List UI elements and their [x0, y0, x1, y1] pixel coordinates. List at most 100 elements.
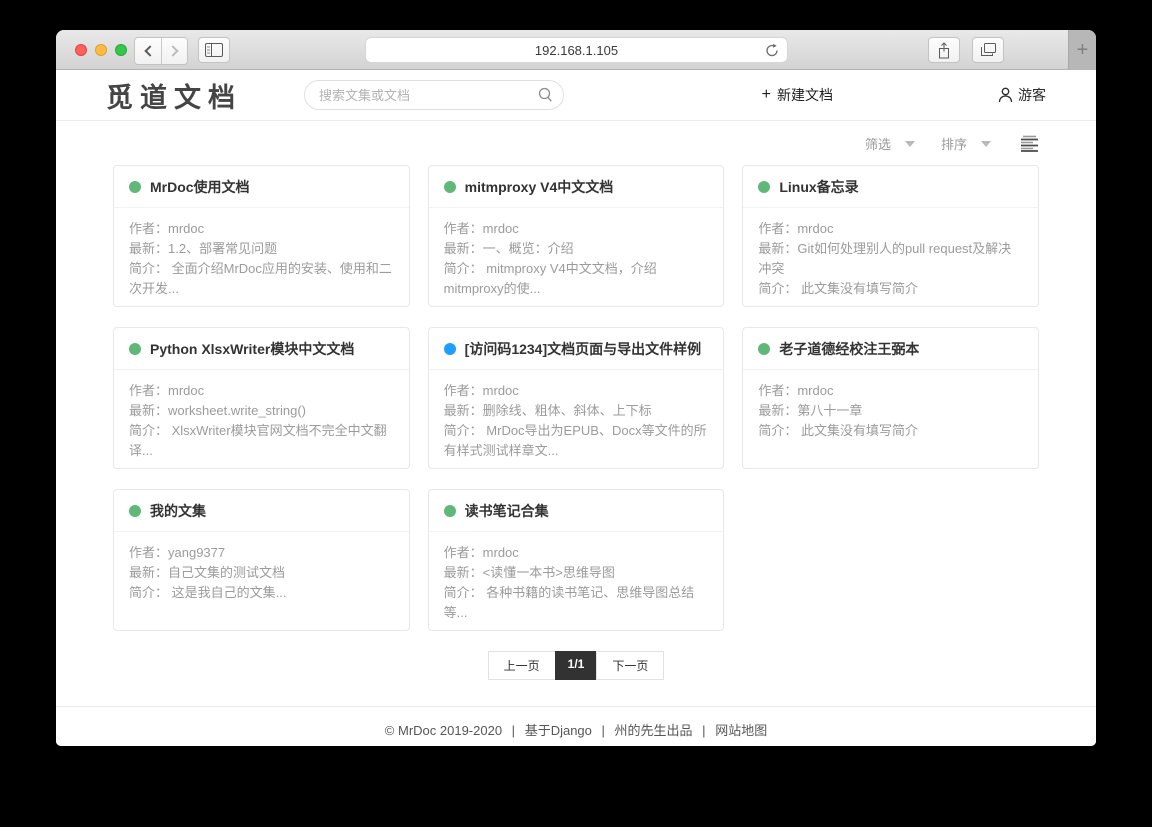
author-row: 作者：mrdoc: [444, 219, 709, 239]
next-page-button[interactable]: 下一页: [596, 651, 664, 680]
forward-button[interactable]: [161, 38, 187, 64]
nav-button-group: [134, 37, 188, 65]
footer-link-author[interactable]: 州的先生出品: [615, 723, 693, 738]
latest-row: 最新：worksheet.write_string(): [129, 401, 394, 421]
chevron-right-icon: [167, 45, 178, 56]
card-body: 作者：mrdoc 最新：1.2、部署常见问题 简介： 全面介绍MrDoc应用的安…: [114, 208, 409, 307]
public-status-dot-icon: [758, 181, 770, 193]
card-header: mitmproxy V4中文文档: [429, 166, 724, 208]
new-tab-button[interactable]: +: [1068, 30, 1096, 70]
sidebar-toggle-button[interactable]: [198, 37, 230, 63]
latest-row: 最新：自己文集的测试文档: [129, 563, 394, 583]
collection-card[interactable]: 读书笔记合集 作者：mrdoc 最新：<读懂一本书>思维导图 简介： 各种书籍的…: [428, 489, 725, 631]
collection-card[interactable]: 我的文集 作者：yang9377 最新：自己文集的测试文档 简介： 这是我自己的…: [113, 489, 410, 631]
current-page-indicator: 1/1: [555, 651, 598, 680]
intro-row: 简介： mitmproxy V4中文文档，介绍mitmproxy的使...: [444, 259, 709, 299]
public-status-dot-icon: [758, 343, 770, 355]
intro-row: 简介： 此文集没有填写简介: [758, 421, 1023, 441]
traffic-lights: [75, 44, 127, 56]
collection-title[interactable]: 老子道德经校注王弼本: [779, 339, 919, 359]
user-label: 游客: [1018, 85, 1046, 105]
collection-title[interactable]: 我的文集: [150, 501, 206, 521]
collection-card[interactable]: MrDoc使用文档 作者：mrdoc 最新：1.2、部署常见问题 简介： 全面介…: [113, 165, 410, 307]
new-document-button[interactable]: + 新建文档: [762, 85, 833, 105]
card-header: [访问码1234]文档页面与导出文件样例: [429, 328, 724, 370]
filter-dropdown[interactable]: 筛选: [865, 134, 915, 153]
collection-card[interactable]: [访问码1234]文档页面与导出文件样例 作者：mrdoc 最新：删除线、粗体、…: [428, 327, 725, 469]
user-menu[interactable]: 游客: [998, 85, 1046, 105]
collection-title[interactable]: mitmproxy V4中文文档: [465, 177, 614, 197]
share-button[interactable]: [928, 37, 960, 63]
card-header: Python XlsxWriter模块中文文档: [114, 328, 409, 370]
list-icon: [1021, 135, 1039, 152]
close-window-icon[interactable]: [75, 44, 87, 56]
collection-card[interactable]: 老子道德经校注王弼本 作者：mrdoc 最新：第八十一章 简介： 此文集没有填写…: [742, 327, 1039, 469]
pagination: 上一页 1/1 下一页: [56, 651, 1096, 680]
search-box: [304, 80, 564, 110]
footer-separator: |: [602, 723, 605, 738]
card-body: 作者：mrdoc 最新：删除线、粗体、斜体、上下标 简介： MrDoc导出为EP…: [429, 370, 724, 469]
new-document-label: 新建文档: [777, 85, 833, 105]
share-icon: [937, 42, 951, 59]
browser-window: 192.168.1.105: [56, 30, 1096, 746]
collection-card[interactable]: Linux备忘录 作者：mrdoc 最新：Git如何处理别人的pull requ…: [742, 165, 1039, 307]
card-header: Linux备忘录: [743, 166, 1038, 208]
url-text: 192.168.1.105: [535, 43, 618, 58]
minimize-window-icon[interactable]: [95, 44, 107, 56]
footer-link-sitemap[interactable]: 网站地图: [715, 723, 767, 738]
site-logo[interactable]: 觅道文档: [106, 76, 242, 115]
public-status-dot-icon: [129, 181, 141, 193]
show-tabs-button[interactable]: [972, 37, 1004, 63]
tabs-icon: [980, 43, 996, 57]
filter-row: 筛选 排序: [113, 121, 1039, 165]
collection-card[interactable]: Python XlsxWriter模块中文文档 作者：mrdoc 最新：work…: [113, 327, 410, 469]
card-header: MrDoc使用文档: [114, 166, 409, 208]
chevron-down-icon: [905, 141, 915, 147]
card-header: 读书笔记合集: [429, 490, 724, 532]
collection-title[interactable]: [访问码1234]文档页面与导出文件样例: [465, 339, 701, 359]
collection-title[interactable]: MrDoc使用文档: [150, 177, 250, 197]
reload-button[interactable]: [765, 43, 779, 58]
card-body: 作者：mrdoc 最新：Git如何处理别人的pull request及解决冲突 …: [743, 208, 1038, 307]
card-header: 老子道德经校注王弼本: [743, 328, 1038, 370]
collection-title[interactable]: 读书笔记合集: [465, 501, 549, 521]
card-body: 作者：mrdoc 最新：一、概览：介绍 简介： mitmproxy V4中文文档…: [429, 208, 724, 307]
footer-link-django[interactable]: 基于Django: [525, 723, 592, 738]
browser-toolbar: 192.168.1.105: [56, 30, 1096, 70]
user-icon: [998, 87, 1013, 103]
intro-row: 简介： 这是我自己的文集...: [129, 583, 394, 603]
card-body: 作者：mrdoc 最新：<读懂一本书>思维导图 简介： 各种书籍的读书笔记、思维…: [429, 532, 724, 631]
sort-dropdown[interactable]: 排序: [941, 134, 991, 153]
list-view-toggle[interactable]: [1021, 135, 1039, 152]
zoom-window-icon[interactable]: [115, 44, 127, 56]
author-row: 作者：mrdoc: [758, 381, 1023, 401]
prev-page-button[interactable]: 上一页: [488, 651, 556, 680]
card-body: 作者：mrdoc 最新：第八十一章 简介： 此文集没有填写简介: [743, 370, 1038, 452]
latest-row: 最新：1.2、部署常见问题: [129, 239, 394, 259]
site-footer: © MrDoc 2019-2020 | 基于Django | 州的先生出品 | …: [56, 706, 1096, 746]
collection-card[interactable]: mitmproxy V4中文文档 作者：mrdoc 最新：一、概览：介绍 简介：…: [428, 165, 725, 307]
copyright-text: © MrDoc 2019-2020: [385, 723, 502, 738]
intro-row: 简介： MrDoc导出为EPUB、Docx等文件的所有样式测试样章文...: [444, 421, 709, 461]
search-input[interactable]: [304, 80, 564, 110]
author-row: 作者：yang9377: [129, 543, 394, 563]
author-row: 作者：mrdoc: [129, 219, 394, 239]
chevron-down-icon: [981, 141, 991, 147]
public-status-dot-icon: [129, 505, 141, 517]
sidebar-icon: [205, 43, 223, 57]
latest-row: 最新：一、概览：介绍: [444, 239, 709, 259]
collection-title[interactable]: Linux备忘录: [779, 177, 858, 197]
search-icon[interactable]: [538, 87, 553, 103]
address-bar[interactable]: 192.168.1.105: [365, 37, 788, 63]
latest-row: 最新：第八十一章: [758, 401, 1023, 421]
mrdoc-page: 觅道文档 + 新建文档: [56, 70, 1096, 746]
intro-row: 简介： XlsxWriter模块官网文档不完全中文翻译...: [129, 421, 394, 461]
public-status-dot-icon: [129, 343, 141, 355]
plus-icon: +: [762, 87, 771, 103]
back-button[interactable]: [135, 38, 161, 64]
public-status-dot-icon: [444, 181, 456, 193]
footer-separator: |: [702, 723, 705, 738]
latest-row: 最新：Git如何处理别人的pull request及解决冲突: [758, 239, 1023, 279]
footer-separator: |: [512, 723, 515, 738]
collection-title[interactable]: Python XlsxWriter模块中文文档: [150, 339, 354, 359]
